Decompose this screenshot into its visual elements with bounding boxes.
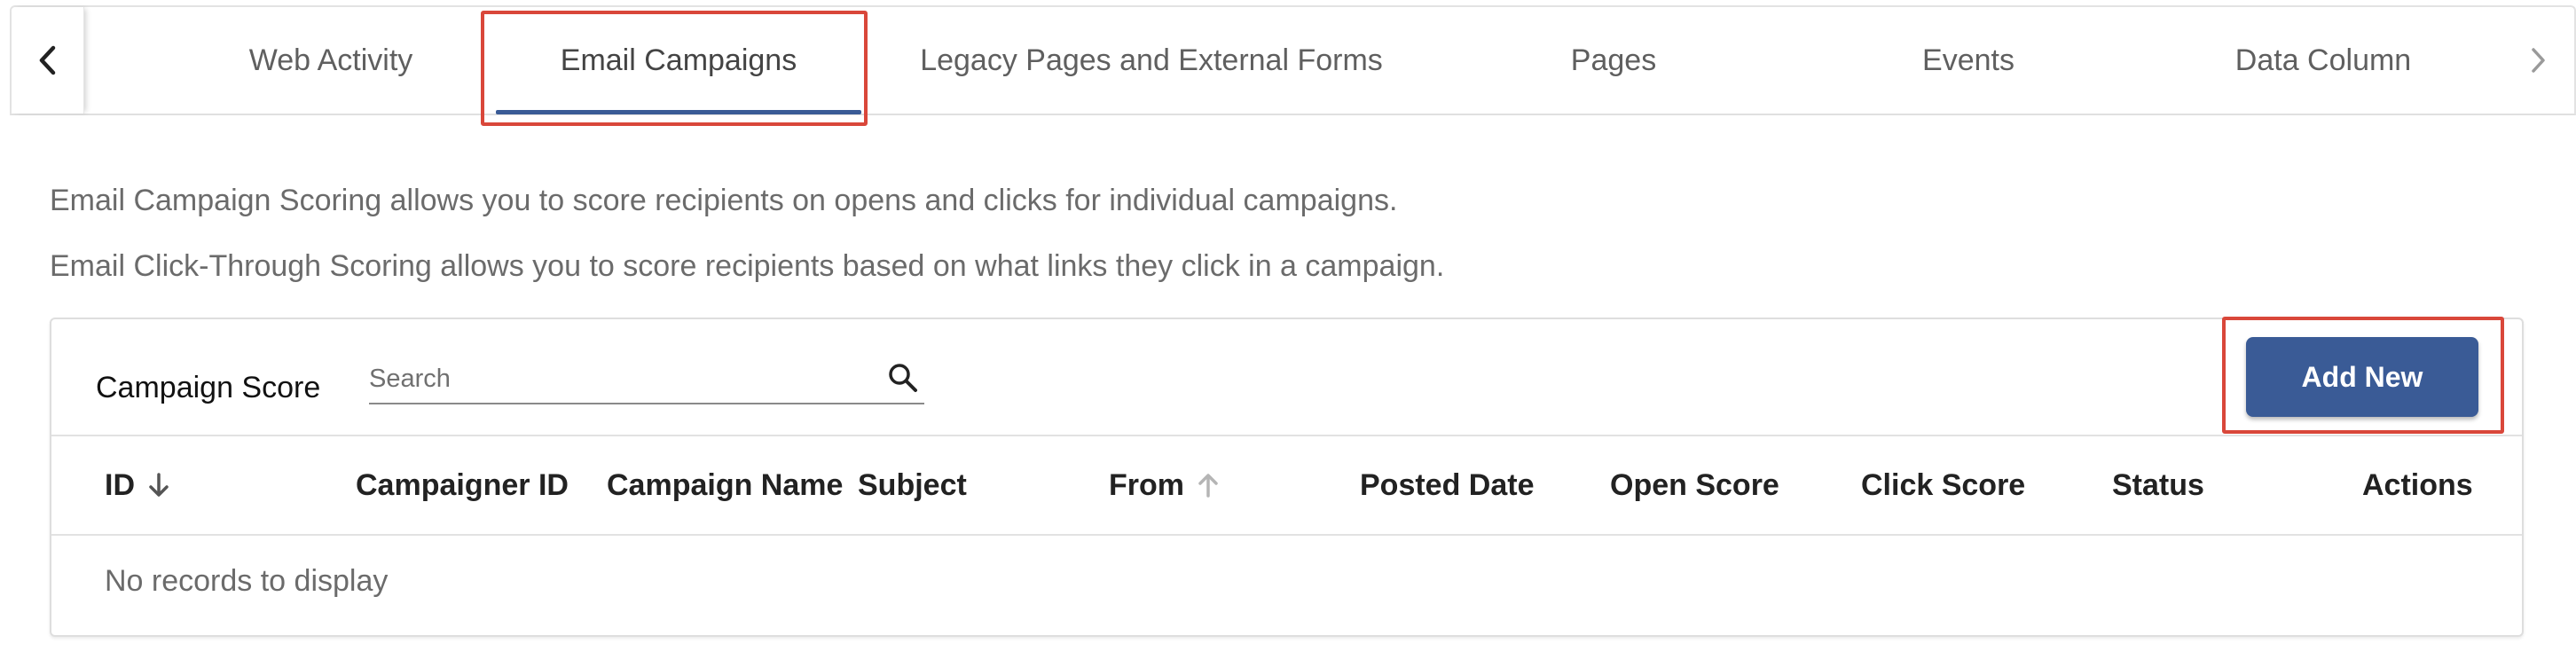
tab-scroll-next-button[interactable]: [2501, 7, 2574, 114]
active-tab-indicator: [496, 110, 861, 114]
tab-email-campaigns[interactable]: Email Campaigns: [496, 7, 861, 114]
column-header-actions: Actions: [2362, 467, 2473, 502]
tab-data-column[interactable]: Data Column: [2146, 7, 2501, 114]
grid-header-row: ID Campaigner ID Campaign Name Subject F…: [51, 435, 2522, 536]
column-label: From: [1109, 467, 1184, 502]
arrow-up-icon: [1198, 474, 1218, 498]
tab-bar: Web Activity Email Campaigns Legacy Page…: [10, 5, 2576, 115]
arrow-down-icon: [149, 473, 169, 497]
tab-events[interactable]: Events: [1791, 7, 2146, 114]
tab-scroll-prev-button[interactable]: [12, 7, 84, 114]
campaign-scoring-description: Email Campaign Scoring allows you to sco…: [50, 184, 1398, 217]
column-header-status[interactable]: Status: [2112, 436, 2204, 534]
add-new-button[interactable]: Add New: [2246, 337, 2478, 417]
column-header-posted-date[interactable]: Posted Date: [1360, 436, 1535, 534]
column-header-campaign-name[interactable]: Campaign Name: [607, 436, 843, 534]
column-header-subject[interactable]: Subject: [858, 436, 967, 534]
empty-message: No records to display: [105, 564, 389, 598]
chevron-left-icon: [39, 45, 55, 75]
click-through-description: Email Click-Through Scoring allows you t…: [50, 249, 1445, 283]
column-header-open-score[interactable]: Open Score: [1610, 436, 1779, 534]
column-label: ID: [105, 467, 135, 502]
column-header-id[interactable]: ID: [105, 436, 170, 534]
column-header-click-score[interactable]: Click Score: [1861, 436, 2025, 534]
column-header-campaigner-id[interactable]: Campaigner ID: [356, 436, 569, 534]
campaign-score-grid: Campaign Score Add New ID Campaigner ID …: [50, 318, 2524, 637]
tab-legacy-pages[interactable]: Legacy Pages and External Forms: [885, 7, 1418, 114]
tab-pages[interactable]: Pages: [1436, 7, 1791, 114]
search-icon[interactable]: [885, 360, 921, 396]
tab-web-activity[interactable]: Web Activity: [171, 7, 491, 114]
search-box: [369, 355, 924, 404]
search-input[interactable]: [369, 358, 866, 399]
chevron-right-icon: [2532, 48, 2545, 73]
grid-title: Campaign Score: [96, 371, 321, 404]
column-header-from[interactable]: From: [1109, 436, 1220, 534]
